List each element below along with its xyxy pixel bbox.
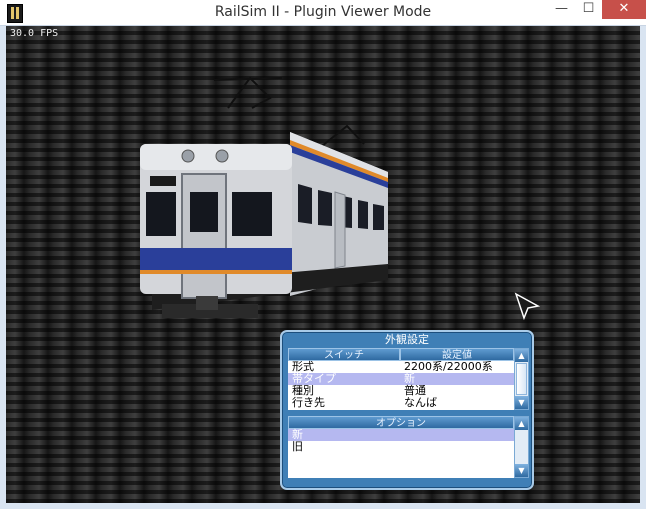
settings-table-scrollbar[interactable]: ▲ ▼ bbox=[514, 348, 529, 410]
destination-sign bbox=[150, 176, 176, 186]
headlight-right bbox=[215, 149, 229, 163]
front-orange-stripe bbox=[140, 270, 292, 274]
scrollbar-thumb[interactable] bbox=[516, 363, 527, 395]
panel-title: 外観設定 bbox=[385, 333, 429, 346]
column-header-option: オプション bbox=[288, 416, 514, 429]
scroll-up-icon[interactable]: ▲ bbox=[515, 417, 528, 430]
option-label: 旧 bbox=[292, 440, 303, 453]
table-row[interactable]: 行き先 なんば bbox=[288, 397, 514, 409]
train-model[interactable] bbox=[132, 74, 402, 324]
side-door bbox=[334, 191, 346, 269]
settings-table[interactable]: スイッチ 設定値 形式 2200系/22000系 帯タイプ 新 種別 普通 行き… bbox=[288, 348, 514, 410]
minimize-button[interactable]: — bbox=[548, 0, 575, 19]
switch-value: 2200系/22000系 bbox=[404, 360, 493, 373]
options-list[interactable]: オプション 新 旧 bbox=[288, 416, 514, 478]
pantograph bbox=[213, 76, 365, 147]
mouse-cursor-icon bbox=[514, 292, 541, 320]
headlight-left bbox=[181, 149, 195, 163]
scroll-up-icon[interactable]: ▲ bbox=[515, 349, 528, 362]
option-item[interactable]: 旧 bbox=[288, 441, 514, 453]
window-frame-right bbox=[640, 26, 646, 509]
fps-counter: 30.0 FPS bbox=[10, 28, 59, 39]
plugin-viewport[interactable]: 30.0 FPS 外観設定 スイッチ 設定値 形式 2200系/22000系 帯… bbox=[6, 26, 640, 503]
scroll-down-icon[interactable]: ▼ bbox=[515, 396, 528, 409]
table-row-selected[interactable]: 帯タイプ 新 bbox=[288, 373, 514, 385]
scroll-down-icon[interactable]: ▼ bbox=[515, 464, 528, 477]
option-item-selected[interactable]: 新 bbox=[288, 429, 514, 441]
front-window-left bbox=[146, 192, 176, 236]
window-frame-bottom bbox=[0, 503, 646, 509]
front-window-right bbox=[232, 192, 272, 236]
options-list-scrollbar[interactable]: ▲ ▼ bbox=[514, 416, 529, 478]
front-blue-stripe bbox=[140, 248, 292, 270]
switch-name: 行き先 bbox=[292, 396, 325, 409]
appearance-settings-panel[interactable]: 外観設定 スイッチ 設定値 形式 2200系/22000系 帯タイプ 新 種別 … bbox=[280, 330, 534, 490]
switch-value: なんば bbox=[404, 396, 437, 409]
coupler bbox=[196, 296, 218, 310]
maximize-button[interactable]: ☐ bbox=[575, 0, 602, 19]
close-button[interactable]: ✕ bbox=[602, 0, 646, 19]
title-bar[interactable]: RailSim II - Plugin Viewer Mode — ☐ ✕ bbox=[0, 0, 646, 26]
